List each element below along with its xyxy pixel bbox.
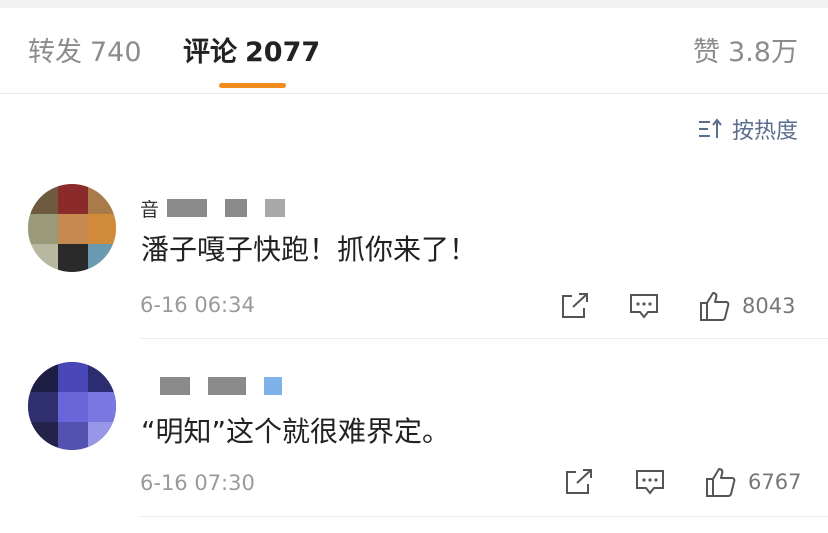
tab-repost[interactable]: 转发 740 [28,36,142,70]
sort-button[interactable]: 按热度 [698,114,798,144]
active-tab-indicator [219,83,286,88]
comment-divider [140,516,828,517]
sort-icon [698,118,722,138]
sort-label: 按热度 [731,119,798,144]
tab-bar: 转发 740 评论 2077 赞 3.8万 [0,8,828,94]
comment-item: “明知”这个就很难界定。 6-16 07:30 6767 [0,360,828,520]
comment-actions: 8043 [560,286,795,326]
comment-actions: 6767 [564,462,801,502]
comment-icon [636,470,664,495]
like-count: 6767 [748,470,802,494]
avatar[interactable] [28,362,116,450]
username[interactable] [160,375,300,397]
comment-text: 潘子嘎子快跑！抓你来了！ [141,233,478,266]
tab-repost-label: 转发 [28,37,82,68]
like-count: 8043 [742,294,796,318]
like-button[interactable]: 8043 [698,290,795,322]
tab-comments-count: 2077 [245,37,321,68]
tab-comments-label: 评论 [183,37,237,68]
like-button[interactable]: 6767 [704,466,801,498]
share-icon [562,293,588,318]
share-button[interactable] [560,292,590,320]
tab-repost-count: 740 [90,37,142,68]
share-button[interactable] [564,468,594,496]
comment-time: 6-16 06:34 [140,293,255,317]
comment-time: 6-16 07:30 [140,471,255,495]
comment-divider [140,338,828,339]
avatar[interactable] [28,184,116,272]
tab-likes[interactable]: 赞 3.8万 [693,36,798,70]
tab-likes-count: 3.8万 [728,37,798,68]
username-visible-part: 音 [140,198,160,221]
tab-comments[interactable]: 评论 2077 [183,36,320,70]
thumbs-up-icon [706,468,736,497]
reply-button[interactable] [628,291,660,321]
share-icon [566,469,592,494]
username[interactable]: 音 [140,197,303,221]
comment-icon [630,294,658,319]
comment-item: 音 潘子嘎子快跑！抓你来了！ 6-16 06:34 8043 [0,180,828,340]
tab-likes-label: 赞 [693,37,721,68]
reply-button[interactable] [634,467,666,497]
thumbs-up-icon [700,292,730,321]
comment-text: “明知”这个就很难界定。 [141,415,451,448]
top-strip [0,0,828,8]
